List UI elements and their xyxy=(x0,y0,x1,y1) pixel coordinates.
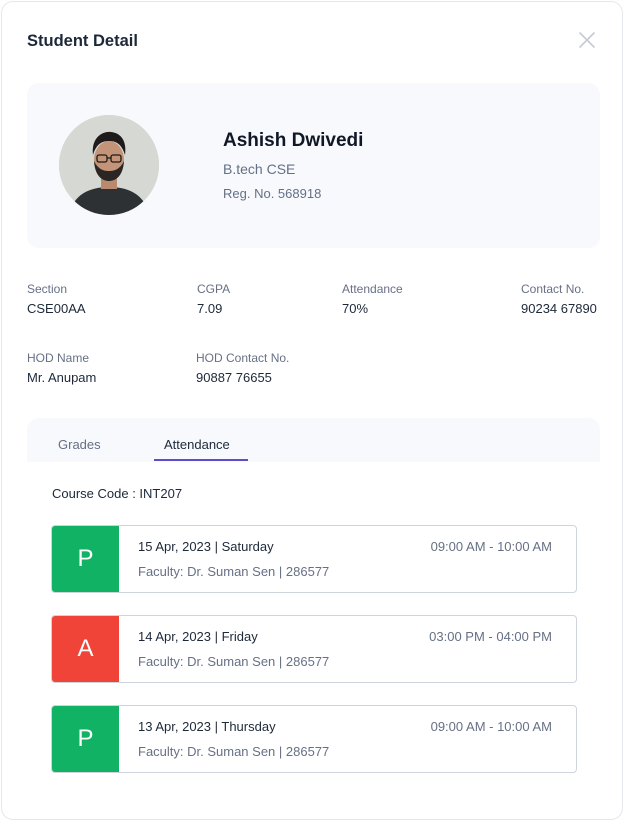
status-badge: P xyxy=(52,706,119,772)
info-value: CSE00AA xyxy=(27,301,86,316)
tabs-bar: Grades Attendance xyxy=(27,418,600,462)
info-label: HOD Contact No. xyxy=(196,351,290,365)
active-tab-indicator xyxy=(154,459,248,461)
info-value: 70% xyxy=(342,301,369,316)
attendance-record: P 15 Apr, 2023 | Saturday 09:00 AM - 10:… xyxy=(51,525,577,593)
record-faculty: Faculty: Dr. Suman Sen | 286577 xyxy=(138,564,330,579)
info-cgpa: CGPA 7.09 xyxy=(197,281,230,317)
tab-attendance[interactable]: Attendance xyxy=(164,437,230,453)
info-section: Section CSE00AA xyxy=(27,281,86,317)
info-attendance: Attendance 70% xyxy=(342,281,403,317)
student-name: Ashish Dwivedi xyxy=(223,130,364,151)
record-faculty: Faculty: Dr. Suman Sen | 286577 xyxy=(138,654,330,669)
avatar xyxy=(59,115,159,215)
info-value: Mr. Anupam xyxy=(27,370,97,385)
record-date: 13 Apr, 2023 | Thursday xyxy=(138,719,276,734)
record-time: 03:00 PM - 04:00 PM xyxy=(429,629,552,644)
record-time: 09:00 AM - 10:00 AM xyxy=(430,719,552,734)
info-value: 7.09 xyxy=(197,301,223,316)
info-label: Section xyxy=(27,282,68,296)
record-date: 14 Apr, 2023 | Friday xyxy=(138,629,258,644)
info-hod-contact: HOD Contact No. 90887 76655 xyxy=(196,350,289,386)
info-contact: Contact No. 90234 67890 xyxy=(521,281,597,317)
modal-title: Student Detail xyxy=(27,32,138,50)
tab-grades[interactable]: Grades xyxy=(58,437,101,453)
record-time: 09:00 AM - 10:00 AM xyxy=(430,539,552,554)
info-label: Attendance xyxy=(342,282,403,296)
info-label: HOD Name xyxy=(27,351,90,365)
record-date: 15 Apr, 2023 | Saturday xyxy=(138,539,274,554)
record-faculty: Faculty: Dr. Suman Sen | 286577 xyxy=(138,744,330,759)
profile-card: Ashish Dwivedi B.tech CSE Reg. No. 56891… xyxy=(27,83,600,248)
course-code: Course Code : INT207 xyxy=(52,486,183,501)
info-value: 90887 76655 xyxy=(196,370,272,385)
registration-number: Reg. No. 568918 xyxy=(223,186,322,201)
info-label: CGPA xyxy=(197,282,231,296)
student-program: B.tech CSE xyxy=(223,161,296,177)
info-label: Contact No. xyxy=(521,282,585,296)
student-detail-modal: Student Detail Ashish Dwivedi B.tech CSE… xyxy=(1,1,623,820)
info-hod-name: HOD Name Mr. Anupam xyxy=(27,350,96,386)
close-icon[interactable] xyxy=(577,30,597,50)
info-value: 90234 67890 xyxy=(521,301,597,316)
attendance-record: A 14 Apr, 2023 | Friday 03:00 PM - 04:00… xyxy=(51,615,577,683)
attendance-record: P 13 Apr, 2023 | Thursday 09:00 AM - 10:… xyxy=(51,705,577,773)
status-badge: P xyxy=(52,526,119,592)
status-badge: A xyxy=(52,616,119,682)
